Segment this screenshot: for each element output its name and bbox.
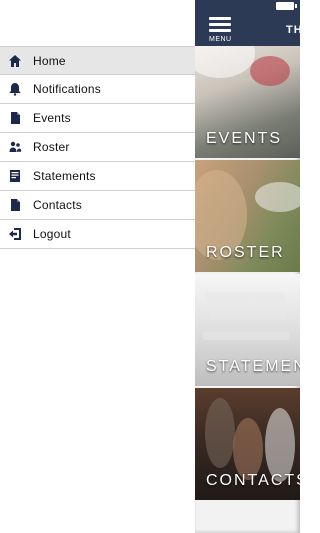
drawer-item-label: Events [33, 111, 71, 125]
tile-label: CONTACTS [206, 472, 300, 489]
drawer-item-home[interactable]: Home [0, 46, 195, 75]
drawer-item-logout[interactable]: Logout [0, 220, 195, 249]
tile-events[interactable]: EVENTS [195, 46, 300, 158]
drawer-item-label: Statements [33, 169, 96, 183]
drawer-item-label: Contacts [33, 198, 82, 212]
tile-label: STATEMENTS [206, 358, 300, 375]
menu-label: MENU [209, 36, 232, 43]
drawer-item-events[interactable]: Events [0, 104, 195, 133]
bell-icon [8, 82, 22, 96]
drawer-item-notifications[interactable]: Notifications [0, 75, 195, 104]
tile-contacts[interactable]: CONTACTS [195, 388, 300, 500]
logout-icon [8, 227, 22, 241]
main-content: MENU TH EVENTS ROSTER STATEMENTS CONTACT… [195, 0, 300, 533]
document-icon [8, 111, 22, 125]
app-header: MENU TH [195, 12, 300, 46]
drawer-menu: Home Notifications Events Roster Stateme [0, 46, 195, 249]
status-bar [195, 0, 300, 12]
drawer-item-statements[interactable]: Statements [0, 162, 195, 191]
home-icon [8, 54, 22, 68]
drawer-item-label: Roster [33, 140, 70, 154]
tile-roster[interactable]: ROSTER [195, 160, 300, 272]
document-icon [8, 198, 22, 212]
statement-icon [8, 169, 22, 183]
drawer-item-label: Home [33, 53, 66, 68]
tile-statements[interactable]: STATEMENTS [195, 274, 300, 386]
header-title: TH [286, 24, 300, 36]
drawer-item-roster[interactable]: Roster [0, 133, 195, 162]
navigation-drawer: Home Notifications Events Roster Stateme [0, 0, 195, 533]
tile-label: EVENTS [206, 130, 283, 147]
drawer-item-label: Logout [33, 227, 71, 241]
tile-label: ROSTER [206, 244, 285, 261]
drawer-item-label: Notifications [33, 82, 101, 96]
menu-button[interactable] [209, 17, 231, 37]
people-icon [8, 140, 22, 154]
battery-icon [276, 2, 297, 10]
drawer-item-contacts[interactable]: Contacts [0, 191, 195, 220]
